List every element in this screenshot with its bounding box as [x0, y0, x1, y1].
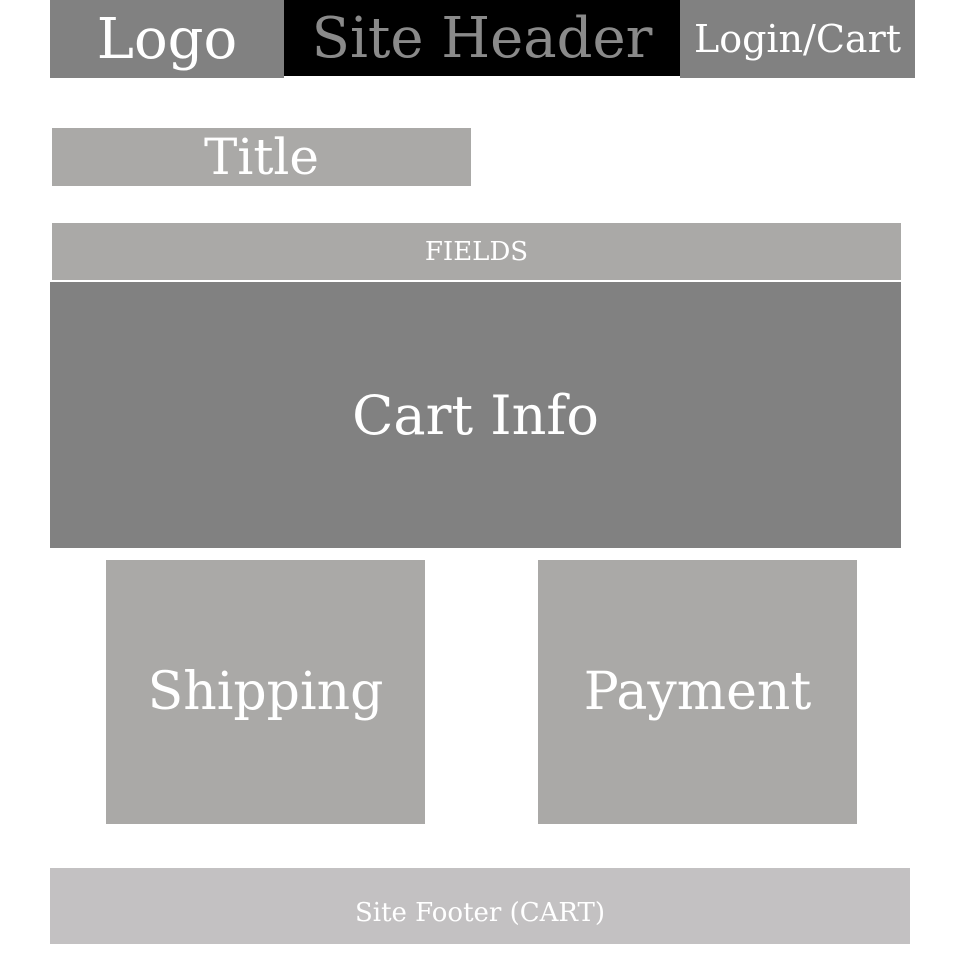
payment-block: Payment: [538, 560, 857, 824]
payment-label: Payment: [583, 662, 812, 722]
shipping-label: Shipping: [147, 662, 384, 722]
page-title-label: Title: [203, 128, 319, 186]
site-header-block: Site Header: [284, 0, 680, 76]
login-cart-label: Login/Cart: [693, 17, 902, 61]
shipping-block: Shipping: [106, 560, 425, 824]
login-cart-block: Login/Cart: [680, 0, 915, 78]
logo-label: Logo: [96, 6, 238, 72]
site-footer-label: Site Footer (CART): [354, 898, 606, 928]
fields-block: FIELDS: [52, 223, 901, 281]
cart-info-block: Cart Info: [50, 282, 901, 548]
page-title-block: Title: [52, 128, 471, 186]
site-header-label: Site Header: [311, 5, 653, 71]
logo-block: Logo: [50, 0, 284, 78]
fields-label: FIELDS: [424, 236, 529, 267]
site-footer-block: Site Footer (CART): [50, 868, 910, 944]
cart-info-label: Cart Info: [352, 383, 599, 447]
